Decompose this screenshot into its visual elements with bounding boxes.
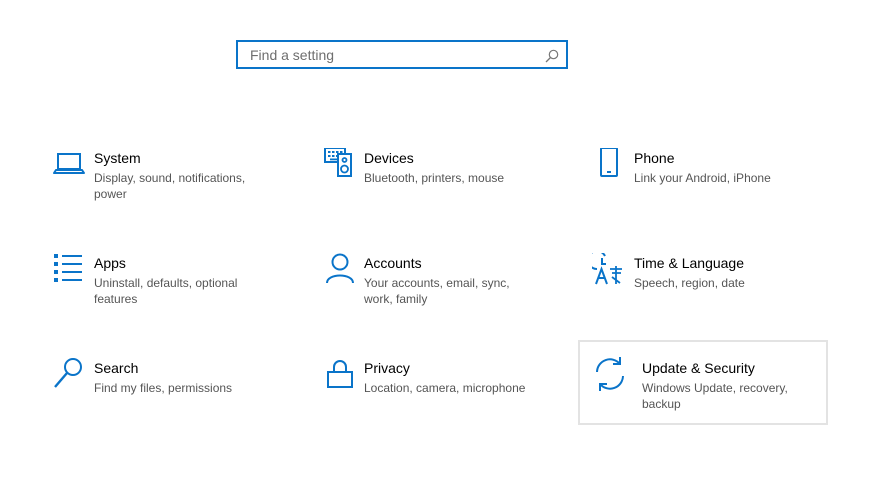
time-language-icon: [592, 253, 628, 289]
tile-title: System: [94, 150, 141, 166]
tile-title: Privacy: [364, 360, 410, 376]
magnifier-icon: [52, 358, 88, 394]
tile-phone[interactable]: Phone Link your Android, iPhone: [580, 146, 828, 230]
tile-apps[interactable]: Apps Uninstall, defaults, optional featu…: [40, 251, 288, 335]
tile-update-security[interactable]: Update & Security Windows Update, recove…: [578, 340, 828, 425]
apps-list-icon: [52, 253, 88, 289]
tile-title: Accounts: [364, 255, 422, 271]
tile-description: Windows Update, recovery, backup: [642, 381, 788, 411]
tile-description: Speech, region, date: [634, 276, 745, 290]
tile-description: Find my files, permissions: [94, 381, 233, 395]
laptop-icon: [52, 148, 88, 184]
tile-description: Uninstall, defaults, optional features: [94, 276, 238, 306]
tile-title: Time & Language: [634, 255, 744, 271]
phone-icon: [592, 148, 628, 184]
tile-time-language[interactable]: Time & Language Speech, region, date: [580, 251, 828, 335]
tile-description: Display, sound, notifications, power: [94, 171, 246, 201]
person-icon: [322, 253, 358, 289]
search-box[interactable]: [236, 40, 568, 69]
tile-title: Devices: [364, 150, 414, 166]
keyboard-speaker-icon: [322, 148, 358, 184]
tile-search[interactable]: Search Find my files, permissions: [40, 356, 288, 440]
tile-title: Update & Security: [642, 360, 755, 376]
sync-arrows-icon: [592, 356, 628, 392]
tile-title: Apps: [94, 255, 126, 271]
tile-privacy[interactable]: Privacy Location, camera, microphone: [310, 356, 558, 440]
tile-description: Bluetooth, printers, mouse: [364, 171, 505, 185]
tile-description: Your accounts, email, sync, work, family: [364, 276, 510, 306]
search-icon[interactable]: [544, 48, 560, 64]
tile-title: Phone: [634, 150, 675, 166]
tile-description: Link your Android, iPhone: [634, 171, 771, 185]
search-input[interactable]: [248, 45, 532, 64]
tile-system[interactable]: System Display, sound, notifications, po…: [40, 146, 288, 230]
tile-description: Location, camera, microphone: [364, 381, 526, 395]
tile-accounts[interactable]: Accounts Your accounts, email, sync, wor…: [310, 251, 558, 335]
lock-icon: [322, 358, 358, 394]
tile-devices[interactable]: Devices Bluetooth, printers, mouse: [310, 146, 558, 230]
tile-title: Search: [94, 360, 139, 376]
